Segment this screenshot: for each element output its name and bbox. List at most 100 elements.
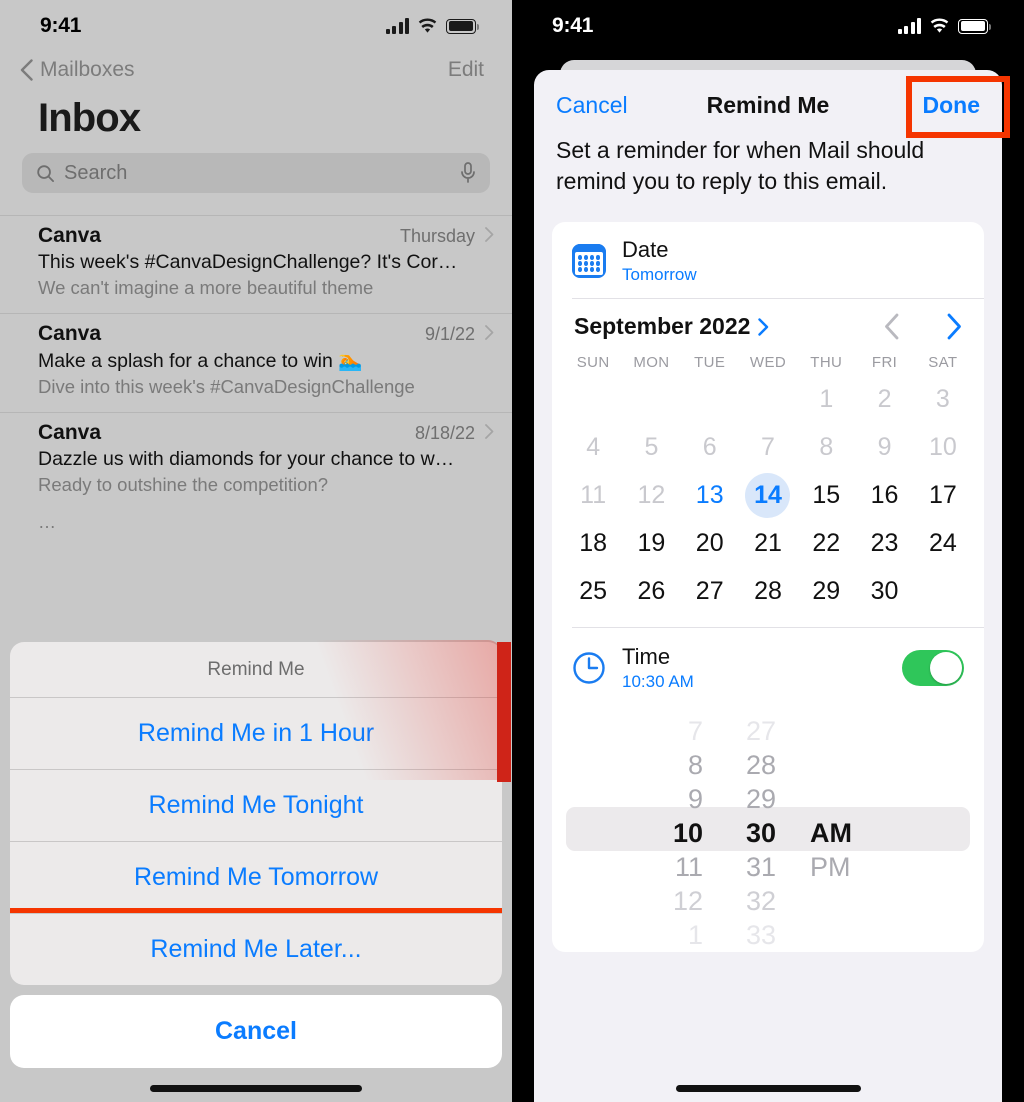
mail-date: 8/18/22 bbox=[414, 423, 475, 443]
cancel-button[interactable]: Cancel bbox=[10, 995, 502, 1068]
minute-option[interactable]: 32 bbox=[713, 884, 798, 918]
table-row[interactable]: Canva 8/18/22 Dazzle us with diamonds fo… bbox=[0, 412, 512, 510]
back-to-mailboxes-button[interactable]: Mailboxes bbox=[20, 58, 135, 82]
calendar-cell[interactable]: 22 bbox=[797, 519, 855, 567]
calendar-cell[interactable]: 5 bbox=[622, 423, 680, 471]
calendar-cell[interactable]: 2 bbox=[855, 375, 913, 423]
minute-option[interactable]: 27 bbox=[713, 714, 798, 748]
meridiem-column[interactable]: AM PM bbox=[798, 714, 908, 952]
chevron-left-icon[interactable] bbox=[884, 313, 900, 340]
calendar-cell[interactable]: 12 bbox=[622, 471, 680, 519]
calendar-cell[interactable]: 4 bbox=[564, 423, 622, 471]
date-value[interactable]: Tomorrow bbox=[622, 265, 697, 285]
calendar-cell[interactable]: 26 bbox=[622, 567, 680, 615]
status-icons bbox=[385, 18, 480, 34]
edit-button[interactable]: Edit bbox=[448, 58, 484, 82]
meridiem-option[interactable] bbox=[798, 884, 908, 918]
table-row[interactable]: Canva Thursday This week's #CanvaDesignC… bbox=[0, 215, 512, 313]
time-toggle[interactable] bbox=[902, 650, 964, 687]
left-status-bar: 9:41 bbox=[0, 0, 512, 52]
sheet-cancel-button[interactable]: Cancel bbox=[556, 92, 628, 119]
action-remind-me-later[interactable]: Remind Me Later... bbox=[10, 908, 502, 985]
calendar-month-label[interactable]: September 2022 bbox=[574, 313, 750, 340]
mail-date: 9/1/22 bbox=[424, 324, 475, 344]
minute-option-selected[interactable]: 30 bbox=[713, 816, 798, 850]
minute-option[interactable]: 31 bbox=[713, 850, 798, 884]
calendar-cell[interactable]: 23 bbox=[855, 519, 913, 567]
calendar-cell-selected[interactable]: 14 bbox=[739, 471, 797, 519]
hour-option[interactable]: 9 bbox=[628, 782, 713, 816]
calendar-cell[interactable]: 27 bbox=[681, 567, 739, 615]
calendar-cell[interactable]: 19 bbox=[622, 519, 680, 567]
meridiem-option[interactable] bbox=[798, 748, 908, 782]
hour-column[interactable]: 7 8 9 10 11 12 1 bbox=[628, 714, 713, 952]
mail-row-header: Canva 8/18/22 bbox=[38, 421, 494, 445]
time-row-texts: Time 10:30 AM bbox=[622, 644, 694, 692]
calendar-cell[interactable]: 18 bbox=[564, 519, 622, 567]
meridiem-option[interactable]: PM bbox=[798, 850, 908, 884]
hour-option-selected[interactable]: 10 bbox=[628, 816, 713, 850]
table-row[interactable]: Canva 9/1/22 Make a splash for a chance … bbox=[0, 313, 512, 412]
calendar-grid: 1 2 3 4 5 6 7 8 9 10 11 12 13 14 15 16 17 18 19 20 21 22 23 24 2… bbox=[552, 373, 984, 627]
calendar-cell-label: 26 bbox=[637, 576, 666, 605]
calendar-cell[interactable]: 28 bbox=[739, 567, 797, 615]
chevron-right-icon[interactable] bbox=[758, 317, 769, 336]
meridiem-option-selected[interactable]: AM bbox=[798, 816, 908, 850]
calendar-cell[interactable]: 9 bbox=[855, 423, 913, 471]
calendar-cell-label: 14 bbox=[754, 480, 782, 509]
meridiem-option[interactable] bbox=[798, 918, 908, 952]
calendar-cell[interactable]: 21 bbox=[739, 519, 797, 567]
calendar-cell-empty bbox=[622, 375, 680, 423]
minute-option[interactable]: 33 bbox=[713, 918, 798, 952]
calendar-cell-label: 12 bbox=[637, 480, 666, 509]
meridiem-option[interactable] bbox=[798, 714, 908, 748]
calendar-cell[interactable]: 17 bbox=[914, 471, 972, 519]
hour-option[interactable]: 12 bbox=[628, 884, 713, 918]
calendar-cell[interactable]: 29 bbox=[797, 567, 855, 615]
hour-option[interactable]: 8 bbox=[628, 748, 713, 782]
meridiem-option[interactable] bbox=[798, 782, 908, 816]
time-row[interactable]: Time 10:30 AM bbox=[552, 628, 984, 706]
hour-option[interactable]: 11 bbox=[628, 850, 713, 884]
microphone-icon[interactable] bbox=[460, 162, 476, 184]
calendar-cell[interactable]: 16 bbox=[855, 471, 913, 519]
calendar-cell[interactable]: 30 bbox=[855, 567, 913, 615]
calendar-cell-today[interactable]: 13 bbox=[681, 471, 739, 519]
calendar-cell[interactable]: 8 bbox=[797, 423, 855, 471]
status-time: 9:41 bbox=[40, 14, 82, 37]
mail-sender: Canva bbox=[38, 421, 102, 444]
calendar-cell[interactable]: 7 bbox=[739, 423, 797, 471]
minute-option[interactable]: 28 bbox=[713, 748, 798, 782]
mail-sender: Canva bbox=[38, 224, 102, 247]
action-remind-in-1-hour[interactable]: Remind Me in 1 Hour bbox=[10, 697, 502, 769]
list-overflow-indicator: … bbox=[38, 512, 57, 532]
hour-option[interactable]: 7 bbox=[628, 714, 713, 748]
chevron-right-icon[interactable] bbox=[946, 313, 962, 340]
action-remind-tonight[interactable]: Remind Me Tonight bbox=[10, 769, 502, 841]
minute-option[interactable]: 29 bbox=[713, 782, 798, 816]
calendar-cell-label: 16 bbox=[870, 480, 899, 509]
calendar-cell[interactable]: 15 bbox=[797, 471, 855, 519]
action-remind-me-later-label: Remind Me Later... bbox=[150, 935, 362, 963]
weekday-thu: THU bbox=[810, 354, 843, 372]
hour-option[interactable]: 1 bbox=[628, 918, 713, 952]
search-bar[interactable]: Search bbox=[22, 153, 490, 193]
calendar-cell[interactable]: 24 bbox=[914, 519, 972, 567]
date-row[interactable]: Date Tomorrow bbox=[552, 222, 984, 298]
calendar-cell[interactable]: 20 bbox=[681, 519, 739, 567]
calendar-cell[interactable]: 1 bbox=[797, 375, 855, 423]
calendar-cell[interactable]: 25 bbox=[564, 567, 622, 615]
time-picker[interactable]: 7 8 9 10 11 12 1 27 28 29 30 31 32 33 AM… bbox=[552, 706, 984, 952]
page-title: Inbox bbox=[38, 96, 141, 140]
calendar-cell[interactable]: 3 bbox=[914, 375, 972, 423]
search-input[interactable]: Search bbox=[64, 162, 451, 185]
calendar-cell[interactable]: 6 bbox=[681, 423, 739, 471]
calendar-cell[interactable]: 10 bbox=[914, 423, 972, 471]
left-nav-bar: Mailboxes Edit bbox=[0, 52, 512, 86]
done-button[interactable]: Done bbox=[923, 92, 981, 119]
status-icons bbox=[897, 18, 992, 34]
action-remind-tomorrow[interactable]: Remind Me Tomorrow bbox=[10, 841, 502, 913]
minute-column[interactable]: 27 28 29 30 31 32 33 bbox=[713, 714, 798, 952]
time-value[interactable]: 10:30 AM bbox=[622, 672, 694, 692]
calendar-cell[interactable]: 11 bbox=[564, 471, 622, 519]
